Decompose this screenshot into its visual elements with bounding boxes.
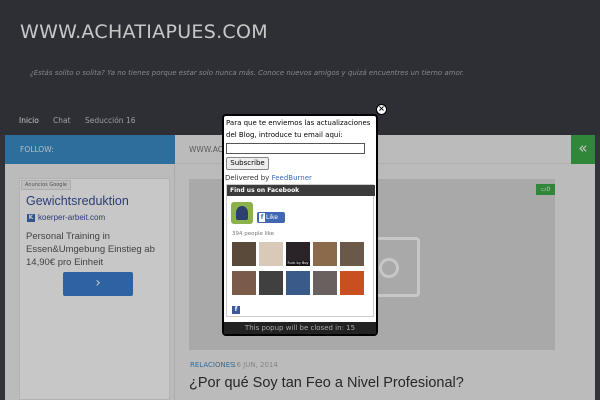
fan-avatar[interactable]: Fuck by Boy bbox=[286, 242, 310, 266]
fan-avatar[interactable] bbox=[259, 242, 283, 266]
facebook-icon[interactable]: f bbox=[232, 306, 240, 314]
popup-intro-text: Para que te enviemos las actualizaciones… bbox=[226, 119, 371, 139]
fan-avatar[interactable] bbox=[259, 271, 283, 295]
facebook-box-header: Find us on Facebook bbox=[227, 185, 375, 196]
close-icon[interactable]: × bbox=[376, 104, 387, 115]
fan-name: Fuck by Boy bbox=[286, 261, 310, 266]
fan-avatar[interactable] bbox=[232, 242, 256, 266]
subscribe-button[interactable]: Subscribe bbox=[226, 157, 269, 170]
facebook-like-button[interactable]: f Like bbox=[257, 212, 285, 223]
fan-avatar[interactable] bbox=[286, 271, 310, 295]
subscribe-popup: Para que te enviemos las actualizaciones… bbox=[222, 114, 378, 336]
facebook-like-box: Find us on Facebook f Like 394 people li… bbox=[226, 184, 375, 317]
fan-avatar[interactable] bbox=[313, 242, 337, 266]
fan-avatar[interactable] bbox=[232, 271, 256, 295]
popup-countdown: This popup will be closed in: 15 bbox=[224, 322, 376, 334]
like-label: Like bbox=[266, 214, 278, 221]
feedburner-link[interactable]: FeedBurner bbox=[272, 174, 312, 182]
like-count: 394 people like bbox=[232, 231, 275, 237]
delivered-by-label: Delivered by bbox=[225, 174, 270, 182]
page-logo[interactable] bbox=[231, 202, 253, 224]
email-field[interactable] bbox=[226, 143, 365, 154]
facebook-icon: f bbox=[259, 213, 265, 222]
fan-avatar[interactable] bbox=[313, 271, 337, 295]
fan-avatar[interactable] bbox=[340, 271, 364, 295]
delivered-by: Delivered by FeedBurner bbox=[225, 174, 312, 182]
fan-avatar[interactable] bbox=[340, 242, 364, 266]
page-logo-figure bbox=[236, 206, 248, 220]
